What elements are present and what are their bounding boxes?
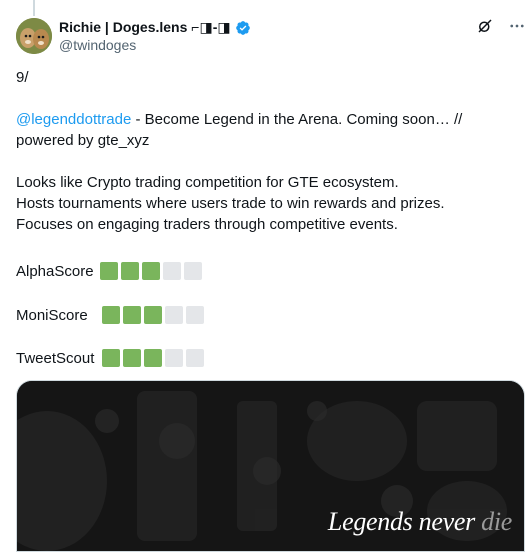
tweetscout-label: TweetScout: [16, 349, 95, 367]
powered-by-line: powered by gte_xyz: [16, 132, 150, 149]
alphascore-label: AlphaScore: [16, 262, 94, 280]
description-line-2: Hosts tournaments where users trade to w…: [16, 195, 445, 212]
media-tagline-dim: die: [481, 507, 512, 536]
mention-line-text: - Become Legend in the Arena. Coming soo…: [131, 111, 463, 128]
score-block-filled: [120, 262, 139, 280]
score-block-empty: [185, 306, 204, 324]
score-block-filled: [143, 306, 162, 324]
description-line-3: Focuses on engaging traders through comp…: [16, 216, 398, 233]
moniscore-label: MoniScore: [16, 306, 88, 324]
avatar[interactable]: [16, 18, 52, 54]
avatar-image-icon: [16, 18, 52, 54]
verified-badge-icon: [235, 20, 250, 35]
author-display-name[interactable]: Richie | Doges.lens ⌐◨-◨: [59, 19, 231, 36]
thread-connector-line: [33, 0, 35, 16]
score-block-empty: [183, 262, 202, 280]
score-block-empty: [162, 262, 181, 280]
score-block-empty: [186, 349, 205, 367]
mention-line: @legenddottrade - Become Legend in the A…: [16, 109, 516, 130]
tweetscout-row: TweetScout: [16, 349, 205, 367]
author-handle[interactable]: @twindoges: [59, 37, 136, 53]
more-options-icon[interactable]: [508, 17, 526, 35]
post-body: 9/ @legenddottrade - Become Legend in th…: [16, 67, 516, 235]
score-block-filled: [102, 349, 121, 367]
alphascore-meter: [99, 262, 202, 280]
alphascore-row: AlphaScore: [16, 262, 202, 280]
score-block-filled: [122, 306, 141, 324]
post-header-actions: [476, 17, 526, 35]
post-media-image[interactable]: Legends never die: [16, 380, 525, 552]
thread-number: 9/: [16, 69, 29, 86]
score-block-empty: [165, 349, 184, 367]
mention-link[interactable]: @legenddottrade: [16, 111, 131, 128]
score-block-filled: [144, 349, 163, 367]
tweetscout-meter: [102, 349, 205, 367]
score-block-filled: [99, 262, 118, 280]
score-block-filled: [101, 306, 120, 324]
grok-icon[interactable]: [476, 17, 494, 35]
score-block-filled: [141, 262, 160, 280]
media-tagline-main: Legends never: [327, 507, 482, 536]
score-block-empty: [164, 306, 183, 324]
media-tagline: Legends never die: [328, 507, 512, 537]
description-line-1: Looks like Crypto trading competition fo…: [16, 174, 399, 191]
moniscore-row: MoniScore: [16, 306, 204, 324]
moniscore-meter: [101, 306, 204, 324]
author-name-row[interactable]: Richie | Doges.lens ⌐◨-◨: [59, 19, 251, 36]
score-block-filled: [123, 349, 142, 367]
